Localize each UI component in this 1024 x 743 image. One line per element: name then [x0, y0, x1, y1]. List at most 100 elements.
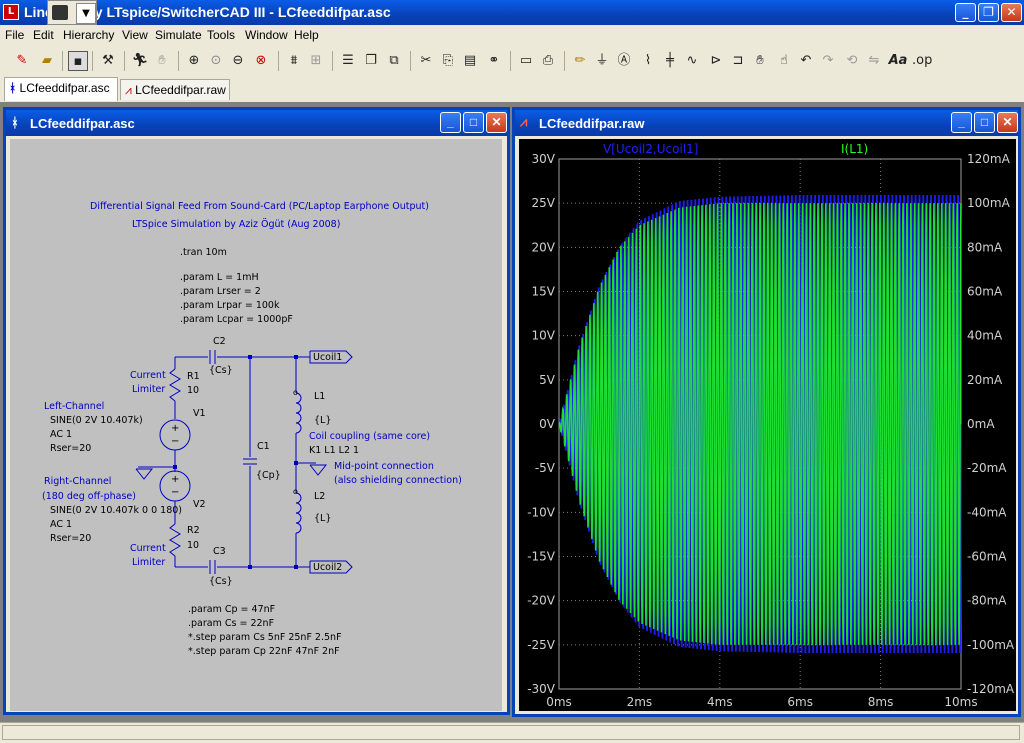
move-icon[interactable]: ✋︎: [750, 51, 770, 71]
resistor-icon[interactable]: ⌇: [638, 51, 658, 71]
restore-button[interactable]: ❐: [978, 3, 999, 22]
v2-rser: Rser=20: [50, 533, 92, 544]
k1-directive[interactable]: K1 L1 L2 1: [309, 445, 359, 456]
legend-current[interactable]: I(L1): [841, 142, 868, 156]
tab-schematic[interactable]: ᚼ LCfeeddifpar.asc: [4, 77, 118, 101]
menu-simulate[interactable]: Simulate: [155, 28, 202, 42]
drag-icon[interactable]: ☝︎: [774, 51, 794, 71]
print-icon[interactable]: ⎙: [538, 51, 558, 71]
schematic-window-title: LCfeeddifpar.asc: [30, 116, 135, 131]
menu-view[interactable]: View: [122, 28, 148, 42]
chevron-down-icon[interactable]: ▼: [76, 3, 96, 24]
label-net-icon[interactable]: Ⓐ: [614, 51, 634, 71]
print-setup-icon[interactable]: ▭: [516, 51, 536, 71]
param-lrser[interactable]: .param Lrser = 2: [180, 286, 261, 297]
y-right-tick-label: -40mA: [967, 505, 1007, 519]
y-right-tick-label: -80mA: [967, 594, 1007, 608]
v2-label: V2: [193, 499, 206, 510]
waveform-minimize-button[interactable]: _: [951, 112, 972, 133]
param-lcpar[interactable]: .param Lcpar = 1000pF: [180, 314, 293, 325]
inductor-icon[interactable]: ∿: [682, 51, 702, 71]
y-left-tick-label: -5V: [535, 461, 556, 475]
toolbar-separator: [62, 51, 63, 71]
redo-icon[interactable]: ↷: [818, 51, 838, 71]
schematic-canvas[interactable]: + − + − o o Differential Signal Feed Fro…: [10, 139, 502, 711]
menu-help[interactable]: Help: [294, 28, 319, 42]
zoom-fit-icon[interactable]: ⊗: [251, 51, 271, 71]
y-right-tick-label: -20mA: [967, 461, 1007, 475]
new-schematic-icon[interactable]: ✎: [12, 51, 32, 71]
step-cp[interactable]: *.step param Cp 22nF 47nF 2nF: [188, 646, 340, 657]
app-titlebar: L Line nology LTspice/SwitcherCAD III - …: [0, 0, 1024, 25]
schematic-maximize-button[interactable]: □: [463, 112, 484, 133]
ground-icon[interactable]: ⏚: [592, 51, 612, 71]
waveform-window-titlebar[interactable]: ⩘ LCfeeddifpar.raw _ □ ✕: [515, 110, 1018, 136]
schematic-window-titlebar[interactable]: ᚼ LCfeeddifpar.asc _ □ ✕: [6, 110, 507, 136]
v1-label: V1: [193, 408, 206, 419]
menu-file[interactable]: File: [5, 28, 24, 42]
tran-directive[interactable]: .tran 10m: [180, 247, 227, 258]
zoom-out-icon[interactable]: ⊖: [228, 51, 248, 71]
zoom-in-icon[interactable]: ⊕: [184, 51, 204, 71]
menu-hierarchy[interactable]: Hierarchy: [63, 28, 114, 42]
y-right-tick-label: 60mA: [967, 285, 1003, 299]
midpoint-note: Mid-point connection: [334, 461, 434, 472]
cut-icon[interactable]: ✂: [416, 51, 436, 71]
run-icon[interactable]: 🏃︎: [130, 51, 150, 71]
open-folder-icon[interactable]: ▰: [37, 51, 57, 71]
limiter-top: Limiter: [132, 384, 166, 395]
undo-icon[interactable]: ↶: [796, 51, 816, 71]
v1-sine: SINE(0 2V 10.407k): [50, 415, 143, 426]
toolbar-separator: [278, 51, 279, 71]
tile-horizontal-icon[interactable]: ☰: [338, 51, 358, 71]
diode-icon[interactable]: ⊳: [706, 51, 726, 71]
schematic-close-button[interactable]: ✕: [486, 112, 507, 133]
fft-icon[interactable]: ⊞: [306, 51, 326, 71]
y-right-tick-label: 40mA: [967, 329, 1003, 343]
rotate-icon[interactable]: ⟲: [842, 51, 862, 71]
spice-directive-icon[interactable]: .op: [912, 51, 932, 71]
find-icon[interactable]: ⚭: [484, 51, 504, 71]
autorange-icon[interactable]: ⩩: [284, 51, 304, 71]
y-left-tick-label: 0V: [539, 417, 556, 431]
menu-edit[interactable]: Edit: [33, 28, 54, 42]
menu-window[interactable]: Window: [245, 28, 288, 42]
y-left-tick-label: 5V: [539, 373, 556, 387]
paste-icon[interactable]: ▤: [460, 51, 480, 71]
text-icon[interactable]: Aa: [888, 51, 908, 71]
schematic-minimize-button[interactable]: _: [440, 112, 461, 133]
waveform-maximize-button[interactable]: □: [974, 112, 995, 133]
component-icon[interactable]: ⊐: [728, 51, 748, 71]
tab-waveform[interactable]: ⩘ LCfeeddifpar.raw: [120, 79, 230, 100]
step-cs[interactable]: *.step param Cs 5nF 25nF 2.5nF: [188, 632, 342, 643]
waveform-plot[interactable]: 30V 120mA 25V 100mA 20V 80mA 15V 60mA 10V 40mA 5V 2…: [519, 139, 1016, 711]
svg-text:−: −: [171, 436, 179, 447]
toolbar-separator: [178, 51, 179, 71]
copy-icon[interactable]: ⎘: [438, 51, 458, 71]
param-cs[interactable]: .param Cs = 22nF: [188, 618, 274, 629]
capacitor-icon[interactable]: ╪: [660, 51, 680, 71]
y-right-tick-label: 100mA: [967, 196, 1011, 210]
x-tick-label: 6ms: [787, 695, 813, 709]
draw-wire-icon[interactable]: ✏: [570, 51, 590, 71]
zoom-pan-icon[interactable]: ⊙: [206, 51, 226, 71]
minimize-button[interactable]: _: [955, 3, 976, 22]
y-right-tick-label: -100mA: [967, 638, 1015, 652]
cascade-icon[interactable]: ❐: [361, 51, 381, 71]
halt-icon[interactable]: ✋︎: [152, 51, 172, 71]
close-all-icon[interactable]: ⧉: [384, 51, 404, 71]
close-button[interactable]: ✕: [1001, 3, 1022, 22]
legend-voltage[interactable]: V[Ucoil2,Ucoil1]: [603, 142, 698, 156]
param-l[interactable]: .param L = 1mH: [180, 272, 259, 283]
save-icon[interactable]: ▪: [68, 51, 88, 71]
svg-text:+: +: [171, 474, 179, 485]
r2-value: 10: [187, 540, 200, 551]
param-cp[interactable]: .param Cp = 47nF: [188, 604, 275, 615]
menu-tools[interactable]: Tools: [207, 28, 235, 42]
toolbar-separator: [510, 51, 511, 71]
mirror-icon[interactable]: ⇋: [864, 51, 884, 71]
ltspice-app-icon[interactable]: L: [3, 4, 19, 20]
param-lrpar[interactable]: .param Lrpar = 100k: [180, 300, 279, 311]
waveform-close-button[interactable]: ✕: [997, 112, 1018, 133]
control-panel-icon[interactable]: ⚒: [98, 51, 118, 71]
